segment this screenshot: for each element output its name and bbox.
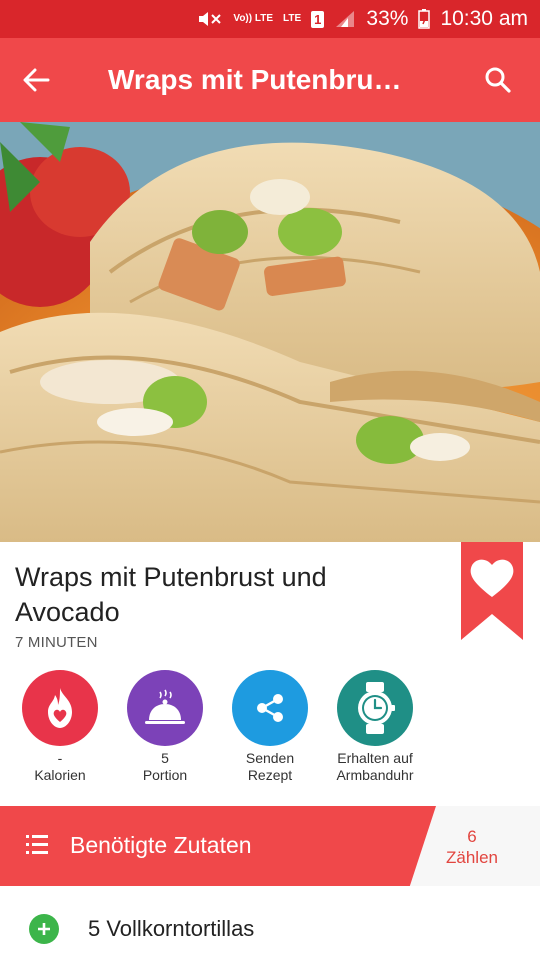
cloche-icon — [127, 670, 203, 746]
ingredient-text: 5 Vollkorntortillas — [88, 916, 255, 941]
arrow-back-icon — [23, 68, 50, 92]
mute-icon — [197, 9, 223, 29]
status-bar: Vo)) LTE LTE 1 33% 10:30 am — [0, 0, 540, 38]
signal-icon — [334, 10, 356, 28]
share-icon — [232, 670, 308, 746]
watch-label-line2: Armbanduhr — [336, 767, 414, 783]
page-title: Wraps mit Putenbrust… — [108, 64, 427, 95]
search-button[interactable] — [456, 38, 540, 122]
watch-label-line1: Erhalten auf — [337, 750, 413, 766]
ingredient-item: 5 Vollkorntortillas — [0, 898, 540, 960]
clock: 10:30 am — [440, 7, 528, 30]
ingredients-count-value: 6 — [467, 827, 477, 846]
ingredients-title: Benötigte Zutaten — [70, 832, 252, 858]
volte-indicator: Vo)) LTE — [233, 13, 274, 24]
add-ingredient-button[interactable] — [29, 914, 59, 944]
share-label-line1: Senden — [245, 750, 295, 766]
share-action[interactable]: Senden Rezept — [215, 670, 325, 784]
share-label-line2: Rezept — [247, 767, 293, 783]
flame-heart-icon — [22, 670, 98, 746]
ingredients-count: 6 Zählen — [432, 826, 512, 868]
watch-icon — [337, 670, 413, 746]
battery-icon — [418, 9, 431, 29]
ingredients-header: Benötigte Zutaten 6 Zählen — [0, 806, 540, 886]
lte-indicator: LTE — [283, 13, 302, 24]
recipe-duration: 7 MINUTEN — [15, 634, 98, 651]
back-button[interactable] — [0, 38, 72, 122]
search-icon — [485, 67, 511, 93]
portion-label: Portion — [142, 767, 188, 783]
portion-value: 5 — [161, 750, 169, 766]
ingredients-count-label: Zählen — [446, 848, 498, 867]
plus-icon — [38, 923, 50, 935]
portion-action[interactable]: 5 Portion — [110, 670, 220, 784]
battery-percent: 33% — [366, 7, 409, 30]
recipe-photo — [0, 122, 540, 542]
calories-action[interactable]: - Kalorien — [5, 670, 115, 784]
watch-action[interactable]: Erhalten auf Armbanduhr — [320, 670, 430, 784]
calories-value: - — [57, 750, 63, 766]
favorite-button[interactable] — [461, 542, 523, 640]
recipe-title: Wraps mit Putenbrust und Avocado — [15, 562, 327, 627]
app-bar: Wraps mit Putenbrust… — [0, 38, 540, 122]
calories-label: Kalorien — [34, 767, 86, 783]
recipe-actions: - Kalorien 5 Portion Senden Rezept Erhal… — [0, 670, 540, 790]
sim-indicator: 1 — [311, 10, 325, 28]
list-icon — [26, 835, 48, 854]
